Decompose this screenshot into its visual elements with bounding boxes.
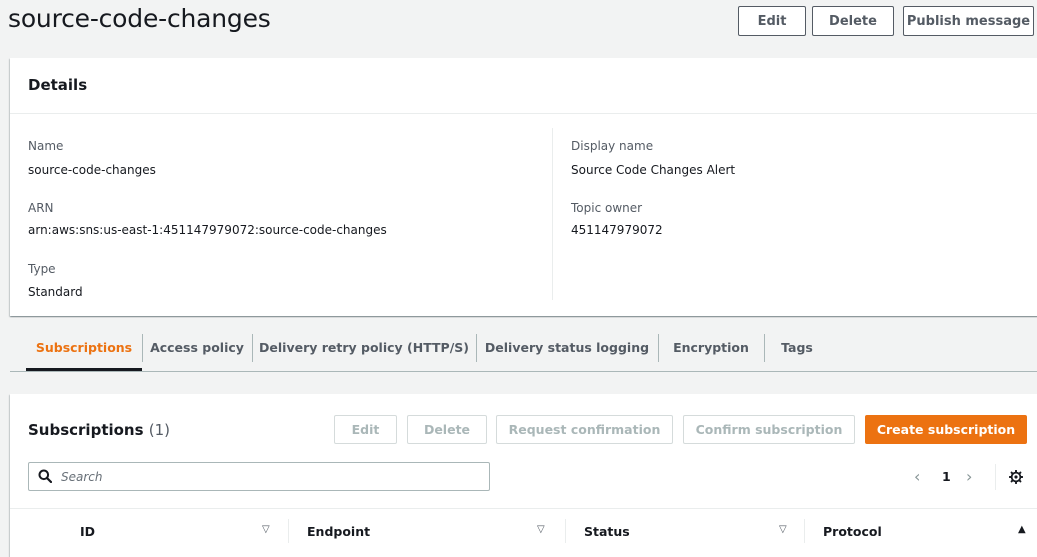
subscription-delete-button[interactable]: Delete xyxy=(407,415,487,444)
name-value: source-code-changes xyxy=(28,163,156,177)
subscriptions-count: (1) xyxy=(148,421,171,439)
page-number[interactable]: 1 xyxy=(942,469,951,484)
pager-separator xyxy=(995,464,996,490)
request-confirmation-button[interactable]: Request confirmation xyxy=(496,415,673,444)
details-header: Details xyxy=(10,58,1037,114)
tab-access-policy[interactable]: Access policy xyxy=(142,324,252,370)
details-title: Details xyxy=(28,76,88,94)
search-box[interactable] xyxy=(28,462,490,491)
subscriptions-panel: Subscriptions (1) Edit Delete Request co… xyxy=(10,394,1037,557)
display-name-value: Source Code Changes Alert xyxy=(571,163,736,177)
column-id[interactable]: ID xyxy=(80,524,95,539)
tab-encryption[interactable]: Encryption xyxy=(658,324,764,370)
tab-subscriptions[interactable]: Subscriptions xyxy=(26,324,142,370)
edit-button[interactable]: Edit xyxy=(738,6,806,36)
delete-button[interactable]: Delete xyxy=(812,6,894,36)
page-header: source-code-changes Edit Delete Publish … xyxy=(0,0,1037,44)
subscription-edit-button[interactable]: Edit xyxy=(334,415,397,444)
tab-delivery-status-logging[interactable]: Delivery status logging xyxy=(476,324,658,370)
search-icon xyxy=(38,469,52,483)
subscriptions-table-header: ID ▽ Endpoint ▽ Status ▽ Protocol ▲ xyxy=(10,508,1037,552)
page-title: source-code-changes xyxy=(8,4,271,33)
display-name-label: Display name xyxy=(571,139,654,153)
topic-owner-value: 451147979072 xyxy=(571,223,663,237)
sort-down-icon[interactable]: ▽ xyxy=(537,524,545,535)
confirm-subscription-button[interactable]: Confirm subscription xyxy=(683,415,855,444)
subscriptions-title-text: Subscriptions xyxy=(28,421,144,439)
details-panel: Details Name source-code-changes ARN arn… xyxy=(10,58,1037,316)
tab-tags[interactable]: Tags xyxy=(764,324,830,370)
gear-icon[interactable] xyxy=(1009,470,1023,484)
search-input[interactable] xyxy=(61,468,481,486)
column-status[interactable]: Status xyxy=(584,524,630,539)
arn-label: ARN xyxy=(28,201,54,215)
column-endpoint[interactable]: Endpoint xyxy=(307,524,370,539)
column-separator xyxy=(565,519,566,543)
type-value: Standard xyxy=(28,285,83,299)
chevron-right-icon[interactable]: › xyxy=(966,467,972,486)
type-label: Type xyxy=(28,262,56,276)
sns-topic-page: source-code-changes Edit Delete Publish … xyxy=(0,0,1037,557)
subscriptions-title: Subscriptions (1) xyxy=(28,421,170,439)
sort-down-icon[interactable]: ▽ xyxy=(779,524,787,535)
active-tab-indicator xyxy=(26,368,142,371)
tab-delivery-retry-policy[interactable]: Delivery retry policy (HTTP/S) xyxy=(252,324,476,370)
column-separator xyxy=(804,519,805,543)
name-label: Name xyxy=(28,139,64,153)
create-subscription-button[interactable]: Create subscription xyxy=(865,415,1027,444)
sort-down-icon[interactable]: ▽ xyxy=(262,524,270,535)
topic-owner-label: Topic owner xyxy=(571,201,643,215)
column-protocol[interactable]: Protocol xyxy=(823,524,882,539)
column-separator xyxy=(288,519,289,543)
sort-up-icon[interactable]: ▲ xyxy=(1018,524,1026,535)
chevron-left-icon[interactable]: ‹ xyxy=(914,467,920,486)
arn-value: arn:aws:sns:us-east-1:451147979072:sourc… xyxy=(28,223,387,237)
column-divider xyxy=(552,128,553,300)
topic-tabs: Subscriptions Access policy Delivery ret… xyxy=(10,324,1037,372)
publish-message-button[interactable]: Publish message xyxy=(903,6,1034,36)
